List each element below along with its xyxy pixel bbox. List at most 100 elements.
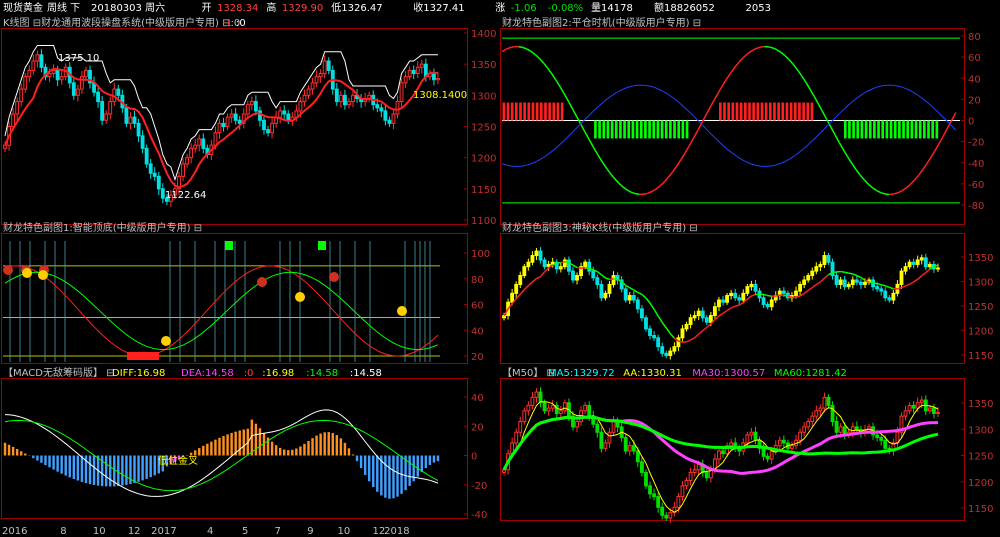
m50-candle [518,421,523,433]
smk-candle [623,288,628,301]
pcsj-osc-segment [760,45,765,48]
m50-candle [522,410,527,423]
smk-axis-label: 1200 [968,327,993,338]
pcsj-green-bar [664,120,668,139]
kline-candle [39,54,44,68]
m50-candle [680,485,685,498]
pcsj-red-bar [735,102,739,121]
macd-histogram-bar [238,430,241,456]
macd-legend-item-4: :14.58 [306,368,338,379]
kline-candle [23,76,28,90]
macd-histogram-bar [198,448,201,456]
pcsj-green-bar [856,120,860,139]
m50-candle [903,410,908,417]
m50-candle [907,404,912,412]
kline-axis-label: 1350 [471,60,496,71]
pcsj-osc-segment [635,192,640,196]
macd-histogram-bar [72,455,76,480]
macd-histogram-bar [88,455,92,485]
znding-signal-green [225,241,233,250]
macd-legend-item-3: :16.98 [262,368,294,379]
macd-histogram-bar [432,455,436,463]
m50-candle [546,407,551,412]
date-label: 2018 [384,526,409,537]
m50-legend: MA5:1329.72 AA:1330.31 MA30:1300.57 MA60:12… [548,368,847,379]
kline-candle [383,110,388,121]
m50-candle [635,450,640,463]
pcsj-green-bar [848,120,851,139]
smk-candle [879,288,884,292]
smk-candle [798,283,803,292]
m50-candle [704,471,709,479]
znding-title: 财龙特色副图1:智能顶底(中级版用户专用) ⊟ [3,221,202,234]
macd-histogram-bar [92,455,96,485]
date-label: 9 [307,526,313,537]
smk-candle [733,292,738,299]
pcsj-green-bar [673,120,676,139]
pcsj-axis-label: 20 [968,95,981,106]
date-label: 2016 [2,526,27,537]
smk-candle [749,283,754,288]
kline-candle [407,69,412,78]
macd-histogram-bar [331,432,334,456]
pcsj-red-bar [781,102,785,121]
pcsj-red-bar [556,102,560,121]
macd-histogram-bar [388,455,391,499]
pcsj-red-bar [810,102,814,121]
kline-candle [419,63,424,68]
smk-candle [660,346,665,354]
kline-candle [59,76,64,81]
znding-bottom-marker [161,336,171,346]
macd-histogram-bar [230,432,233,456]
smk-candle [704,317,709,323]
macd-histogram-bar [80,455,84,482]
kline-axis-label: 1300 [471,91,496,102]
smk-candle [562,259,567,268]
macd-histogram-bar [149,455,152,478]
smk-axis-label: 1150 [968,351,993,362]
smk-candle [635,299,640,310]
smk-candle [591,270,596,279]
smk-candle [927,263,932,268]
smk-candle [818,263,823,268]
pcsj-green-bar [635,120,639,139]
m50-candle [688,471,693,481]
pcsj-red-bar [789,102,793,121]
znding-bottom-marker [38,270,48,280]
pcsj-red-bar [764,102,768,121]
m50-candle [936,411,940,414]
pcsj-green-bar [685,120,689,139]
smk-title: 财龙特色副图3:神秘K线(中级版用户专用) ⊟ [502,221,698,234]
pcsj-axis-label: -20 [968,138,984,149]
kline-candle [213,132,218,146]
pcsj-red-bar [798,102,801,121]
kline-candle [379,107,384,112]
kline-axis-label: 1100 [471,216,496,227]
kline-candle [55,69,60,81]
kline-candle [302,94,307,103]
m50-legend-item-2: MA30:1300.57 [692,368,765,379]
znding-axis-label: 60 [471,301,484,312]
date-label: 2017 [151,526,176,537]
kline-candle [326,60,331,71]
smk-candle [510,292,515,303]
kline-candle [403,76,408,84]
macd-histogram-bar [323,432,326,456]
pcsj-green-bar [902,120,905,139]
m50-candle [530,396,535,406]
pcsj-title: 财龙特色副图2:平仓时机(中级版用户专用) ⊟ [502,16,701,29]
smk-candle [858,281,863,285]
pcsj-green-bar [914,120,918,139]
smk-trend-segment [832,271,837,274]
smk-candle [781,290,786,294]
macd-histogram-bar [416,455,419,477]
smk-candle [907,261,912,268]
m50-candle [802,426,807,433]
kline-candle [282,110,287,115]
smk-candle [915,259,920,265]
kline-candle [310,82,315,90]
macd-histogram-bar [254,423,258,456]
smk-candle [680,328,685,339]
pcsj-green-bar [639,120,643,139]
kline-axis-label: 1250 [471,123,496,134]
